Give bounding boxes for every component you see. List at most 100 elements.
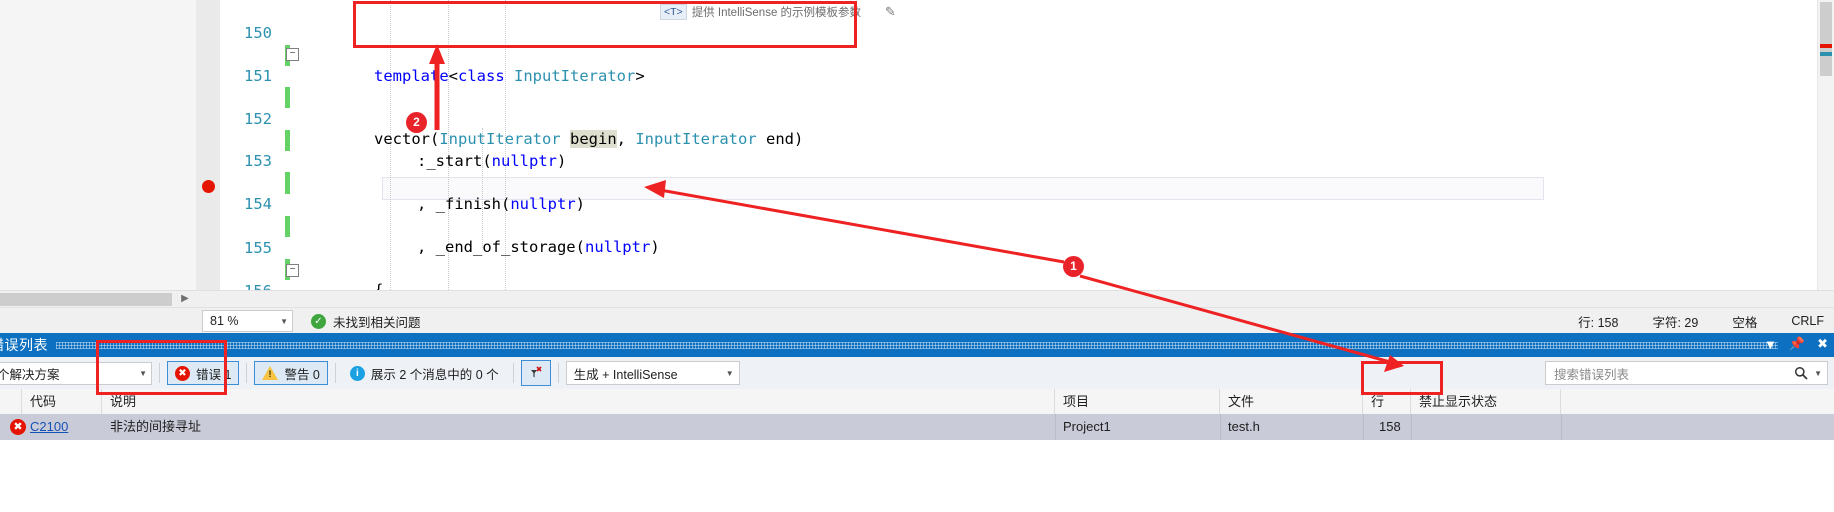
toolbar-divider bbox=[334, 363, 336, 383]
error-code-link[interactable]: C2100 bbox=[30, 419, 68, 434]
error-search-input[interactable]: 搜索错误列表 ▼ bbox=[1545, 361, 1828, 385]
pin-icon[interactable]: 📌 bbox=[1789, 336, 1805, 352]
chevron-down-icon: ▼ bbox=[139, 368, 147, 378]
line-number: 151 bbox=[244, 66, 272, 85]
line-number: 156 bbox=[228, 281, 272, 290]
code-line[interactable]: 154 , _end_of_storage(nullptr) bbox=[0, 173, 1834, 256]
panel-window-buttons: ▼ 📌 ✖ bbox=[1764, 336, 1828, 352]
code-line[interactable]: 150 template<class InputIterator> bbox=[0, 2, 1834, 85]
code-text: :_start(nullptr) bbox=[417, 152, 567, 171]
cell-suppression bbox=[1411, 414, 1561, 440]
visual-studio-window: 150 template<class InputIterator> 151 − … bbox=[0, 0, 1834, 512]
edit-pencil-icon[interactable]: ✎ bbox=[885, 4, 901, 19]
scrollbar-info-marker bbox=[1820, 52, 1832, 56]
warnings-filter-toggle[interactable]: 警告 0 bbox=[254, 361, 328, 385]
check-circle-icon: ✓ bbox=[311, 313, 326, 329]
chevron-down-icon[interactable]: ▼ bbox=[1764, 337, 1777, 352]
column-divider bbox=[1055, 414, 1056, 440]
close-icon[interactable]: ✖ bbox=[1817, 336, 1828, 352]
error-icon: ✖ bbox=[175, 365, 190, 381]
errors-filter-label: 错误 1 bbox=[196, 367, 232, 382]
scrollbar-error-marker bbox=[1820, 44, 1832, 48]
template-chip: <T> bbox=[660, 3, 687, 20]
code-editor[interactable]: 150 template<class InputIterator> 151 − … bbox=[0, 0, 1834, 290]
issue-status-text: 未找到相关问题 bbox=[333, 315, 421, 330]
code-line[interactable]: 151 − vector(InputIterator begin, InputI… bbox=[0, 44, 1834, 149]
table-row[interactable]: ✖ C2100 非法的间接寻址 Project1 test.h 158 bbox=[0, 414, 1834, 440]
error-list-panel: 错误列表 ▼ 📌 ✖ 个解决方案 ▼ ✖ 错误 1 警告 0 bbox=[0, 333, 1834, 512]
warnings-filter-label: 警告 0 bbox=[284, 367, 320, 382]
messages-filter-label: 展示 2 个消息中的 0 个 bbox=[370, 367, 499, 382]
cell-project: Project1 bbox=[1063, 419, 1111, 434]
line-number: 154 bbox=[244, 195, 272, 214]
search-icon[interactable] bbox=[1794, 366, 1808, 380]
status-eol: CRLF bbox=[1791, 314, 1824, 328]
toolbar-divider bbox=[512, 363, 514, 383]
search-controls: ▼ bbox=[1794, 366, 1822, 380]
editor-status-bar: 81 % ▼ ✓ 未找到相关问题 行: 158 字符: 29 空格 CRLF bbox=[0, 307, 1834, 334]
scrollbar-thumb[interactable] bbox=[0, 293, 172, 306]
column-header-file[interactable]: 文件 bbox=[1220, 389, 1363, 414]
code-text: , _finish(nullptr) bbox=[417, 194, 585, 213]
warning-icon bbox=[262, 366, 279, 380]
chevron-down-icon[interactable]: ▼ bbox=[1814, 369, 1822, 378]
build-source-value: 生成 + IntelliSense bbox=[573, 367, 678, 382]
status-line: 行: 158 bbox=[1578, 315, 1619, 330]
errors-filter-toggle[interactable]: ✖ 错误 1 bbox=[167, 361, 240, 385]
code-line[interactable]: 156 − while (begin < end) bbox=[0, 260, 1834, 290]
column-header-line[interactable]: 行 bbox=[1363, 389, 1411, 414]
column-divider bbox=[1363, 414, 1364, 440]
line-number: 152 bbox=[244, 109, 272, 128]
code-text: { bbox=[374, 280, 383, 290]
column-header-suppression[interactable]: 禁止显示状态 bbox=[1411, 389, 1561, 414]
code-text: , _end_of_storage(nullptr) bbox=[417, 238, 660, 257]
chevron-down-icon: ▼ bbox=[280, 316, 288, 326]
scroll-right-arrow-icon[interactable]: ▶ bbox=[178, 292, 192, 306]
cell-code[interactable]: C2100 bbox=[22, 414, 102, 440]
title-drag-grip[interactable] bbox=[56, 342, 1778, 349]
code-lines[interactable]: 150 template<class InputIterator> 151 − … bbox=[0, 0, 1834, 290]
toolbar-divider bbox=[557, 363, 559, 383]
scope-select[interactable]: 个解决方案 ▼ bbox=[0, 361, 152, 385]
column-divider bbox=[1411, 414, 1412, 440]
collapse-toggle[interactable]: − bbox=[286, 48, 299, 62]
search-placeholder: 搜索错误列表 bbox=[1554, 367, 1630, 382]
messages-filter-toggle[interactable]: i 展示 2 个消息中的 0 个 bbox=[343, 362, 506, 384]
status-column: 字符: 29 bbox=[1652, 315, 1699, 330]
column-header-description[interactable]: 说明 bbox=[102, 389, 1055, 414]
toolbar-divider bbox=[159, 363, 160, 383]
line-number: 155 bbox=[244, 238, 272, 257]
editor-horizontal-scrollbar[interactable]: ▶ bbox=[0, 290, 1834, 308]
editor-vertical-scrollbar[interactable] bbox=[1817, 0, 1834, 290]
intellisense-hint[interactable]: <T> 提供 IntelliSense 的示例模板参数 bbox=[660, 3, 861, 20]
code-text: template<class InputIterator> bbox=[374, 66, 645, 85]
error-list-header: 代码 说明 项目 文件 行 禁止显示状态 bbox=[0, 389, 1834, 415]
zoom-level-select[interactable]: 81 % ▼ bbox=[202, 310, 293, 332]
build-source-select[interactable]: 生成 + IntelliSense ▼ bbox=[565, 361, 740, 385]
annotation-badge-1: 1 bbox=[1063, 256, 1084, 277]
line-number: 150 bbox=[244, 24, 272, 43]
caret-position-group: 行: 158 字符: 29 空格 CRLF bbox=[1578, 312, 1824, 331]
column-header-code[interactable]: 代码 bbox=[22, 389, 102, 414]
status-indent-mode: 空格 bbox=[1732, 315, 1758, 330]
cell-file: test.h bbox=[1228, 419, 1260, 434]
toolbar-divider bbox=[246, 363, 248, 383]
column-header-project[interactable]: 项目 bbox=[1055, 389, 1220, 414]
error-list-title-bar: 错误列表 ▼ 📌 ✖ bbox=[0, 333, 1834, 357]
scrollbar-thumb[interactable] bbox=[1820, 2, 1832, 76]
code-line[interactable]: 152 :_start(nullptr) bbox=[0, 88, 1834, 171]
filter-x-icon bbox=[530, 366, 542, 378]
column-header-icon[interactable] bbox=[0, 389, 22, 414]
intellisense-hint-text: 提供 IntelliSense 的示例模板参数 bbox=[691, 6, 862, 19]
column-divider bbox=[1220, 414, 1221, 440]
chevron-down-icon: ▼ bbox=[725, 368, 734, 378]
code-line[interactable]: 155 { bbox=[0, 216, 1834, 290]
error-list-toolbar: 个解决方案 ▼ ✖ 错误 1 警告 0 i 展示 2 个消息中的 0 个 bbox=[0, 357, 1834, 390]
zoom-level-value: 81 % bbox=[210, 314, 239, 328]
issue-status[interactable]: ✓ 未找到相关问题 bbox=[311, 312, 421, 331]
code-line[interactable]: 153 , _finish(nullptr) bbox=[0, 130, 1834, 213]
collapse-toggle[interactable]: − bbox=[286, 263, 299, 277]
scope-value: 个解决方案 bbox=[0, 367, 60, 382]
clear-filter-button[interactable] bbox=[520, 360, 551, 386]
cell-description: 非法的间接寻址 bbox=[110, 419, 202, 434]
